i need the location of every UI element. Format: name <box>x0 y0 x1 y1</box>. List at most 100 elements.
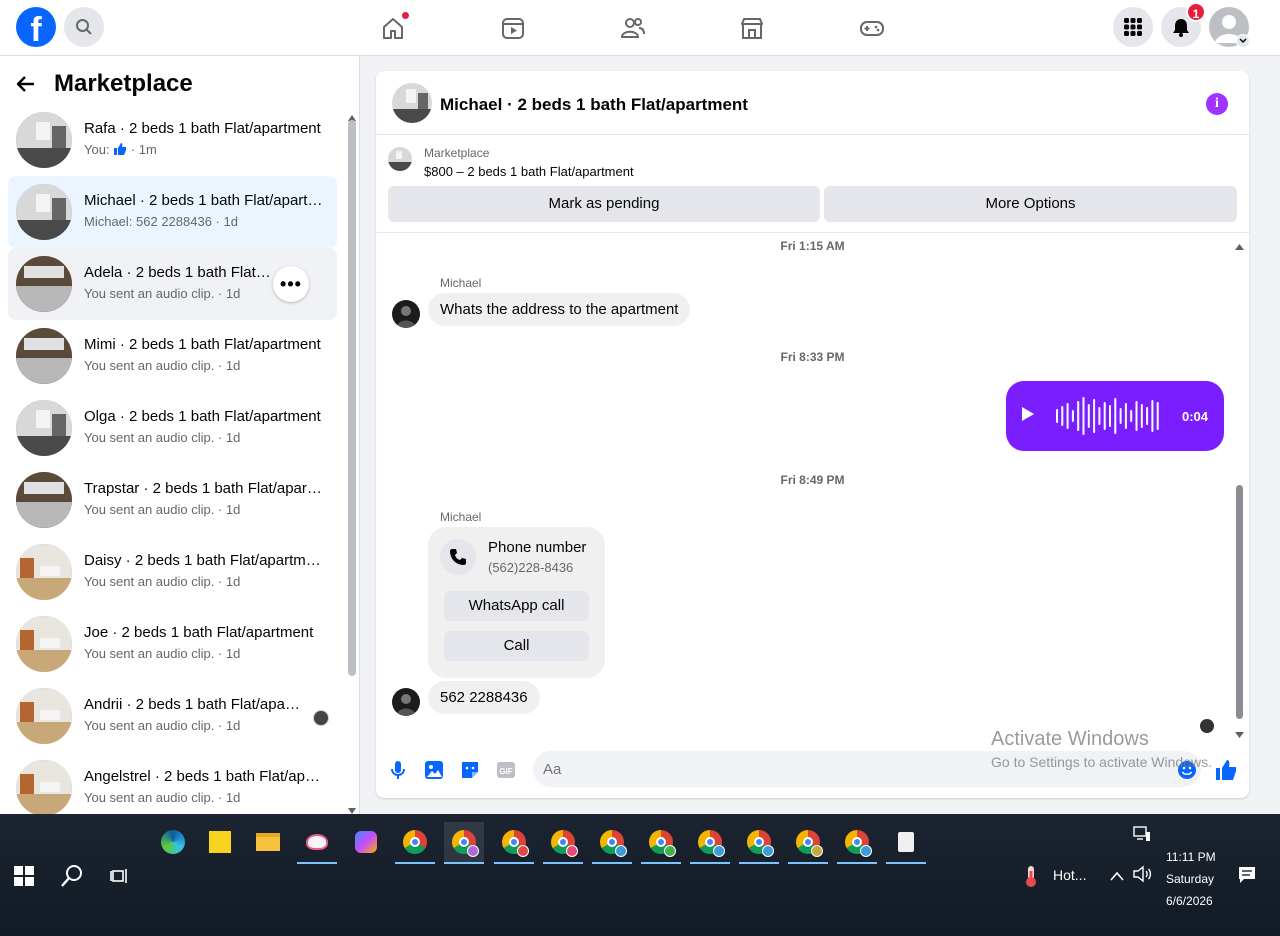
waveform-bar <box>1119 408 1122 424</box>
mark-as-pending-button[interactable]: Mark as pending <box>388 186 820 222</box>
chevron-down-icon[interactable] <box>1236 34 1250 48</box>
marketplace-icon[interactable] <box>738 14 766 42</box>
chrome-profile-app[interactable] <box>592 822 632 864</box>
more-options-button[interactable]: ••• <box>273 266 309 302</box>
file-explorer-app[interactable] <box>248 822 288 862</box>
notepad-app[interactable] <box>886 822 926 864</box>
conversation-item[interactable]: Mimi · 2 beds 1 bath Flat/apartment You … <box>8 320 337 392</box>
search-icon[interactable] <box>61 864 83 893</box>
chrome-profile-app[interactable] <box>543 822 583 864</box>
sticker-icon[interactable] <box>458 758 482 782</box>
menu-button[interactable] <box>1113 7 1153 47</box>
conversation-name: Adela · 2 beds 1 bath Flat/apartment <box>84 264 274 281</box>
chat-scrollbar[interactable] <box>1236 485 1243 719</box>
chrome-profile-app[interactable] <box>788 822 828 864</box>
chrome-profile-app[interactable] <box>641 822 681 864</box>
edge-icon <box>161 830 185 854</box>
listing-avatar[interactable] <box>392 83 432 123</box>
conversation-preview: You sent an audio clip. · 1d <box>84 430 241 445</box>
weather-text[interactable]: Hot... <box>1053 867 1086 883</box>
search-button[interactable] <box>64 7 104 47</box>
waveform-bar <box>1140 404 1143 428</box>
chrome-icon <box>452 830 479 857</box>
sticky-notes-app[interactable] <box>200 822 240 862</box>
conversation-item[interactable]: Angelstrel · 2 beds 1 bath Flat/apartmen… <box>8 752 337 814</box>
message-timestamp: Fri 8:33 PM <box>780 350 845 364</box>
notification-count-badge: 1 <box>1186 2 1206 22</box>
clock-time: 11:11 PM <box>1166 850 1216 864</box>
listing-price[interactable]: $800 – 2 beds 1 bath Flat/apartment <box>424 164 634 179</box>
chat-scroll-up-arrow[interactable] <box>1235 237 1244 255</box>
thumbs-up-icon[interactable] <box>1214 758 1238 782</box>
conversation-item[interactable]: Trapstar · 2 beds 1 bath Flat/apartment … <box>8 464 337 536</box>
friends-icon[interactable] <box>619 14 647 42</box>
waveform-bar <box>1135 401 1138 431</box>
conversation-item[interactable]: Joe · 2 beds 1 bath Flat/apartment You s… <box>8 608 337 680</box>
chevron-up-icon[interactable] <box>1110 868 1124 886</box>
whatsapp-call-button[interactable]: WhatsApp call <box>444 591 589 621</box>
chrome-profile-app[interactable] <box>690 822 730 864</box>
copilot-app[interactable] <box>346 822 386 862</box>
conversation-preview: You sent an audio clip. · 1d <box>84 502 241 517</box>
more-options-button[interactable]: More Options <box>824 186 1237 222</box>
left-scrollbar[interactable] <box>348 120 356 676</box>
message-bubble[interactable]: 562 2288436 <box>428 681 540 714</box>
conversation-item[interactable]: Adela · 2 beds 1 bath Flat/apartment You… <box>8 248 337 320</box>
photo-icon[interactable] <box>422 758 446 782</box>
chrome-profile-app[interactable] <box>444 822 484 864</box>
back-arrow-icon[interactable] <box>16 74 36 94</box>
chrome-profile-app[interactable] <box>739 822 779 864</box>
waveform-bar <box>1114 398 1117 434</box>
clock-date: 6/6/2026 <box>1166 894 1213 908</box>
video-icon[interactable] <box>499 14 527 42</box>
play-icon[interactable] <box>1022 407 1034 421</box>
listing-thumbnail <box>16 184 72 240</box>
listing-thumbnail <box>16 400 72 456</box>
conversation-item[interactable]: Rafa · 2 beds 1 bath Flat/apartment You:… <box>8 104 337 176</box>
marketplace-inbox-panel: Marketplace Rafa · 2 beds 1 bath Flat/ap… <box>0 56 360 814</box>
listing-thumbnail[interactable] <box>388 147 412 171</box>
phone-number-card: Phone number (562)228-8436 WhatsApp call… <box>428 527 605 678</box>
edge-app[interactable] <box>153 822 193 862</box>
chat-title[interactable]: Michael · 2 beds 1 bath Flat/apartment <box>440 95 748 115</box>
system-clock[interactable]: 11:11 PM Saturday 6/6/2026 <box>1166 846 1216 912</box>
conversation-preview: You sent an audio clip. · 1d <box>84 718 241 733</box>
mic-icon[interactable] <box>386 758 410 782</box>
notification-center-icon[interactable] <box>1238 866 1256 889</box>
paint-app[interactable] <box>297 822 337 864</box>
top-navigation-bar: f 1 <box>0 0 1280 56</box>
message-bubble[interactable]: Whats the address to the apartment <box>428 293 691 326</box>
facebook-logo[interactable]: f <box>16 7 56 47</box>
info-icon[interactable]: i <box>1206 93 1228 115</box>
conversation-item[interactable]: Andrii · 2 beds 1 bath Flat/apartment Yo… <box>8 680 337 752</box>
sender-avatar[interactable] <box>392 300 420 328</box>
gaming-icon[interactable] <box>858 14 886 42</box>
chrome-profile-app[interactable] <box>494 822 534 864</box>
weather-icon[interactable] <box>1022 864 1040 893</box>
listing-thumbnail <box>16 112 72 168</box>
chat-scroll-down-arrow[interactable] <box>1235 725 1244 743</box>
chrome-icon <box>796 830 823 857</box>
call-button[interactable]: Call <box>444 631 589 661</box>
volume-icon[interactable] <box>1132 865 1152 888</box>
task-view-icon[interactable] <box>110 867 130 890</box>
more-dots-icon: ••• <box>280 273 302 294</box>
gif-icon[interactable]: GIF <box>494 758 518 782</box>
conversation-preview: You sent an audio clip. · 1d <box>84 286 241 301</box>
audio-message[interactable]: 0:04 <box>1006 381 1224 451</box>
conversation-item[interactable]: Olga · 2 beds 1 bath Flat/apartment You … <box>8 392 337 464</box>
chat-window: Michael · 2 beds 1 bath Flat/apartment i… <box>376 71 1249 798</box>
conversation-item[interactable]: Daisy · 2 beds 1 bath Flat/apartment You… <box>8 536 337 608</box>
sender-avatar[interactable] <box>392 688 420 716</box>
waveform-bar <box>1109 405 1111 427</box>
conversation-name: Angelstrel · 2 beds 1 bath Flat/apartmen… <box>84 768 324 785</box>
network-status-icon[interactable] <box>1133 826 1151 847</box>
conversation-preview: You sent an audio clip. · 1d <box>84 790 241 805</box>
waveform-bar <box>1098 407 1101 425</box>
waveform-bar <box>1130 410 1133 422</box>
conversation-name: Andrii · 2 beds 1 bath Flat/apartment <box>84 696 304 713</box>
conversation-item-selected[interactable]: Michael · 2 beds 1 bath Flat/apartment M… <box>8 176 337 248</box>
windows-start-icon[interactable] <box>14 866 34 891</box>
chrome-app[interactable] <box>395 822 435 864</box>
chrome-profile-app[interactable] <box>837 822 877 864</box>
